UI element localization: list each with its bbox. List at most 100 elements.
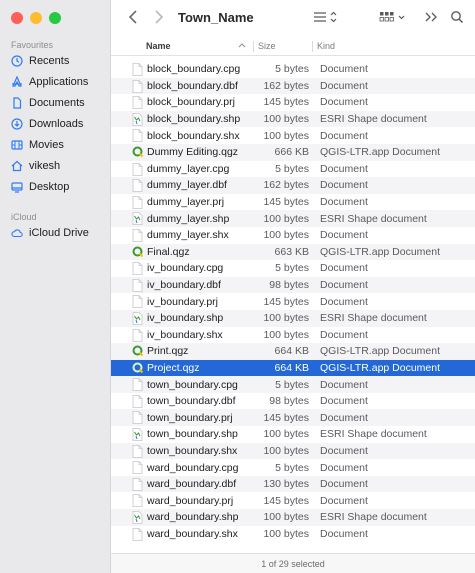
column-kind[interactable]: Kind	[317, 41, 335, 51]
sort-chevron-up-icon[interactable]	[238, 41, 246, 51]
file-size: 5 bytes	[275, 162, 309, 175]
file-kind: ESRI Shape document	[320, 212, 427, 225]
file-kind: Document	[320, 129, 368, 142]
document-file-icon	[132, 378, 143, 392]
document-file-icon	[132, 96, 143, 110]
table-row[interactable]: iv_boundary.shp 100 bytes ESRI Shape docum…	[111, 309, 475, 327]
search-button[interactable]	[447, 8, 467, 26]
minimize-button[interactable]	[30, 12, 42, 24]
document-file-icon	[132, 527, 143, 541]
file-size: 98 bytes	[269, 395, 309, 408]
table-row[interactable]: block_boundary.shp 100 bytes ESRI Shape do…	[111, 110, 475, 128]
table-row[interactable]: iv_boundary.cpg 5 bytes Document	[111, 260, 475, 277]
table-row[interactable]: Project.qgz 664 KB QGIS-LTR.app Document	[111, 359, 475, 377]
file-name: Project.qgz	[147, 361, 200, 374]
desktop-icon	[11, 182, 23, 193]
file-size: 100 bytes	[263, 428, 309, 441]
file-kind: QGIS-LTR.app Document	[320, 361, 441, 374]
file-name: ward_boundary.cpg	[147, 461, 239, 474]
table-row[interactable]: Print.qgz 664 KB QGIS-LTR.app Document	[111, 343, 475, 360]
file-name: ward_boundary.prj	[147, 494, 234, 507]
table-row[interactable]: ward_boundary.dbf 130 bytes Document	[111, 475, 475, 493]
sidebar-item-recents[interactable]: Recents	[11, 52, 69, 70]
table-row[interactable]: ward_boundary.prj 145 bytes Document	[111, 492, 475, 509]
file-name: iv_boundary.shx	[147, 328, 223, 341]
file-kind: QGIS-LTR.app Document	[320, 146, 441, 159]
back-button[interactable]	[123, 8, 143, 26]
file-kind: Document	[320, 328, 368, 341]
sidebar-item-label: Recents	[29, 55, 70, 67]
file-kind: ESRI Shape document	[320, 113, 427, 126]
table-row[interactable]: iv_boundary.prj 145 bytes Document	[111, 293, 475, 310]
table-row[interactable]: dummy_layer.dbf 162 bytes Document	[111, 177, 475, 194]
shapefile-icon	[132, 312, 143, 325]
sidebar-item-applications[interactable]: Applications	[11, 73, 88, 91]
shapefile-icon	[132, 511, 143, 524]
sidebar-item-vikesh[interactable]: vikesh	[11, 157, 60, 175]
file-size: 100 bytes	[263, 511, 309, 524]
column-header: Name Size Kind	[111, 38, 475, 56]
table-row[interactable]: dummy_layer.shp 100 bytes ESRI Shape docum…	[111, 210, 475, 227]
document-file-icon	[132, 278, 143, 292]
file-size: 100 bytes	[263, 527, 309, 540]
table-row[interactable]: block_boundary.prj 145 bytes Document	[111, 94, 475, 111]
table-row[interactable]: block_boundary.shx 100 bytes Document	[111, 127, 475, 144]
view-options-button[interactable]	[311, 8, 341, 26]
table-row[interactable]: dummy_layer.shx 100 bytes Document	[111, 227, 475, 244]
file-size: 664 KB	[274, 361, 309, 374]
file-name: ward_boundary.dbf	[147, 478, 237, 491]
shapefile-icon	[132, 428, 143, 441]
file-size: 145 bytes	[263, 96, 309, 109]
file-size: 100 bytes	[263, 229, 309, 242]
group-by-button[interactable]	[377, 8, 409, 26]
file-name: dummy_layer.shx	[147, 229, 229, 242]
file-kind: Document	[320, 411, 368, 424]
search-icon	[451, 11, 464, 24]
table-row[interactable]: Dummy Editing.qgz 666 KB QGIS-LTR.app Docu…	[111, 143, 475, 161]
file-kind: Document	[320, 527, 368, 540]
sidebar-item-label: Desktop	[29, 181, 70, 193]
chevron-right-icon	[155, 10, 164, 24]
document-file-icon	[132, 477, 143, 491]
file-kind: Document	[320, 229, 368, 242]
sidebar-item-movies[interactable]: Movies	[11, 136, 64, 154]
sidebar-item-documents[interactable]: Documents	[11, 94, 85, 112]
close-button[interactable]	[11, 12, 23, 24]
column-size[interactable]: Size	[258, 41, 276, 51]
zoom-button[interactable]	[49, 12, 61, 24]
column-name[interactable]: Name	[146, 41, 171, 51]
grid-icon	[379, 12, 405, 22]
table-row[interactable]: town_boundary.shx 100 bytes Document	[111, 442, 475, 460]
file-name: ward_boundary.shx	[147, 527, 238, 540]
table-row[interactable]: town_boundary.shp 100 bytes ESRI Shape doc…	[111, 426, 475, 443]
file-kind: ESRI Shape document	[320, 511, 427, 524]
download-icon	[11, 118, 23, 130]
document-file-icon	[132, 461, 143, 475]
clock-icon	[11, 55, 23, 67]
table-row[interactable]: iv_boundary.shx 100 bytes Document	[111, 327, 475, 344]
file-size: 162 bytes	[263, 79, 309, 92]
file-kind: Document	[320, 63, 368, 76]
table-row[interactable]: ward_boundary.shp 100 bytes ESRI Shape doc…	[111, 509, 475, 526]
window-controls	[11, 12, 61, 24]
sidebar-item-downloads[interactable]: Downloads	[11, 115, 83, 133]
column-divider[interactable]	[253, 41, 254, 52]
table-row[interactable]: dummy_layer.prj 145 bytes Document	[111, 194, 475, 211]
table-row[interactable]: block_boundary.cpg 5 bytes Document	[111, 61, 475, 78]
sidebar-item-desktop[interactable]: Desktop	[11, 178, 69, 196]
column-divider[interactable]	[312, 41, 313, 52]
more-toolbar-button[interactable]	[421, 8, 441, 26]
table-row[interactable]: ward_boundary.cpg 5 bytes Document	[111, 459, 475, 476]
table-row[interactable]: town_boundary.cpg 5 bytes Document	[111, 376, 475, 393]
table-row[interactable]: town_boundary.dbf 98 bytes Document	[111, 393, 475, 410]
table-row[interactable]: town_boundary.prj 145 bytes Document	[111, 409, 475, 427]
table-row[interactable]: Final.qgz 663 KB QGIS-LTR.app Document	[111, 243, 475, 261]
forward-button[interactable]	[149, 8, 169, 26]
table-row[interactable]: dummy_layer.cpg 5 bytes Document	[111, 161, 475, 178]
file-list: block_boundary.cpg 5 bytes Document block_b…	[111, 61, 475, 542]
table-row[interactable]: ward_boundary.shx 100 bytes Document	[111, 526, 475, 543]
file-name: block_boundary.prj	[147, 96, 235, 109]
table-row[interactable]: iv_boundary.dbf 98 bytes Document	[111, 276, 475, 294]
table-row[interactable]: block_boundary.dbf 162 bytes Document	[111, 77, 475, 95]
sidebar-item-icloud-drive[interactable]: iCloud Drive	[11, 224, 89, 242]
